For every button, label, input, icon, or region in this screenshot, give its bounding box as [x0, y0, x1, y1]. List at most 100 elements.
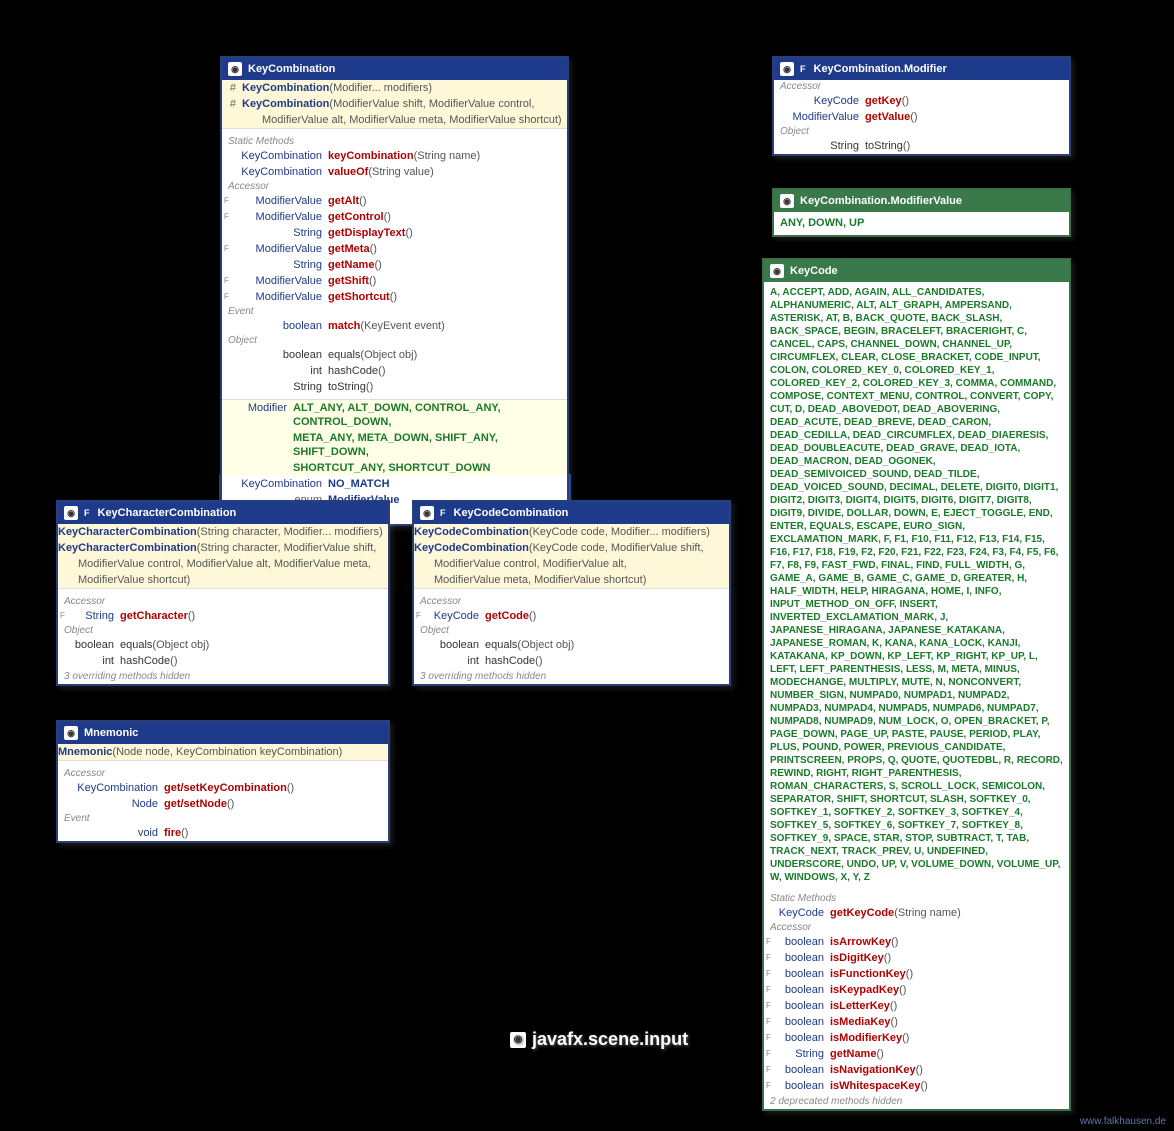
class-icon: ◉: [420, 506, 434, 520]
method-sig: (): [899, 983, 906, 997]
section-label-accessor: Accessor: [222, 180, 567, 193]
method-name: getShortcut: [328, 290, 390, 304]
constant-ret: Modifier: [222, 401, 293, 415]
method-sig: (): [535, 654, 542, 668]
method-row: FbooleanisArrowKey (): [764, 934, 1069, 950]
method-name: isMediaKey: [830, 1015, 891, 1029]
header-modifiervalue: ◉KeyCombination.ModifierValue: [774, 190, 1069, 212]
method-sig: (String value): [368, 165, 433, 179]
method-row: FModifierValuegetMeta (): [222, 241, 567, 257]
method-sig: (Object obj): [360, 348, 417, 362]
class-icon: ◉: [228, 62, 242, 76]
method-row: booleanequals (Object obj): [414, 637, 729, 653]
method-name: get/setNode: [164, 797, 227, 811]
method-row: StringtoString (): [774, 138, 1069, 154]
enum-modifiervalue: ◉KeyCombination.ModifierValue ANY, DOWN,…: [772, 188, 1071, 237]
header-keycode: ◉KeyCode: [764, 260, 1069, 282]
method-sig: (): [529, 609, 536, 623]
class-keycodecombination: ◉FKeyCodeCombination KeyCodeCombination …: [412, 500, 731, 686]
method-sig: (): [378, 364, 385, 378]
nested-row: KeyCombinationNO_MATCH: [222, 476, 567, 492]
section-label: Accessor: [58, 595, 388, 608]
ctor-cont: ModifierValue shortcut): [58, 573, 190, 587]
section-label: Object: [58, 624, 388, 637]
ctor-name: KeyCharacterCombination: [58, 541, 197, 555]
method-sig: (): [369, 274, 376, 288]
method-name: hashCode: [485, 654, 535, 668]
method-row: KeyCodegetKeyCode (String name): [764, 905, 1069, 921]
method-name: isLetterKey: [830, 999, 890, 1013]
ctor-sig: (String character, ModifierValue shift,: [197, 541, 377, 555]
constructors-keycombination: #KeyCombination (Modifier... modifiers) …: [222, 80, 567, 129]
method-name: getShift: [328, 274, 369, 288]
method-name: equals: [485, 638, 517, 652]
method-sig: (): [366, 380, 373, 394]
method-name: isDigitKey: [830, 951, 884, 965]
ctor-cont: ModifierValue control, ModifierValue alt…: [58, 557, 371, 571]
method-name: getControl: [328, 210, 384, 224]
method-row: KeyCombinationvalueOf (String value): [222, 164, 567, 180]
method-sig: (): [910, 110, 917, 124]
method-row: FbooleanisMediaKey (): [764, 1014, 1069, 1030]
title-keycombination: KeyCombination: [248, 63, 335, 75]
method-sig: (): [890, 999, 897, 1013]
method-name: get/setKeyCombination: [164, 781, 287, 795]
method-row: KeyCombinationget/setKeyCombination (): [58, 780, 388, 796]
final-icon: F: [800, 64, 806, 74]
method-name: getKey: [865, 94, 902, 108]
method-sig: (Object obj): [517, 638, 574, 652]
footer-link[interactable]: www.falkhausen.de: [1080, 1116, 1166, 1127]
method-sig: (): [390, 290, 397, 304]
method-row: ModifierValuegetValue (): [774, 109, 1069, 125]
method-name: keyCombination: [328, 149, 414, 163]
title: KeyCodeCombination: [454, 507, 569, 519]
class-mnemonic: ◉Mnemonic Mnemonic (Node node, KeyCombin…: [56, 720, 390, 843]
section-label: Accessor: [764, 921, 1069, 934]
ctor-sig: (Node node, KeyCombination keyCombinatio…: [112, 745, 342, 759]
method-sig: (): [920, 1079, 927, 1093]
ctor-name: KeyCombination: [242, 97, 329, 111]
method-row: FStringgetName (): [764, 1046, 1069, 1062]
method-name: isModifierKey: [830, 1031, 902, 1045]
method-name: toString: [328, 380, 366, 394]
hidden-note: 2 deprecated methods hidden: [770, 1096, 902, 1107]
ctor-cont: ModifierValue alt, ModifierValue meta, M…: [242, 113, 562, 127]
header-keycodecombination: ◉FKeyCodeCombination: [414, 502, 729, 524]
ctor-sig: (KeyCode code, Modifier... modifiers): [529, 525, 710, 539]
title: KeyCombination.Modifier: [814, 63, 947, 75]
ctor-name: KeyCharacterCombination: [58, 525, 197, 539]
method-row: FbooleanisNavigationKey (): [764, 1062, 1069, 1078]
class-icon: ◉: [64, 726, 78, 740]
method-sig: (): [891, 1015, 898, 1029]
method-row: FbooleanisLetterKey (): [764, 998, 1069, 1014]
package-label: ◉ javafx.scene.input: [500, 1025, 698, 1054]
method-row: FModifierValuegetControl (): [222, 209, 567, 225]
constant-names: SHORTCUT_ANY, SHORTCUT_DOWN: [293, 461, 490, 475]
method-name: equals: [120, 638, 152, 652]
constructors: KeyCodeCombination (KeyCode code, Modifi…: [414, 524, 729, 589]
method-name: getCode: [485, 609, 529, 623]
constructors: KeyCharacterCombination (String characte…: [58, 524, 388, 589]
ctor-sig: (String character, Modifier... modifiers…: [197, 525, 383, 539]
method-row: StringgetName (): [222, 257, 567, 273]
ctor-name: KeyCodeCombination: [414, 541, 529, 555]
method-row: FModifierValuegetShortcut (): [222, 289, 567, 305]
class-modifier: ◉FKeyCombination.Modifier Accessor KeyCo…: [772, 56, 1071, 156]
title: KeyCombination.ModifierValue: [800, 195, 962, 207]
method-row: FbooleanisDigitKey (): [764, 950, 1069, 966]
enum-keycode: ◉KeyCode A, ACCEPT, ADD, AGAIN, ALL_CAND…: [762, 258, 1071, 1111]
ctor-name: KeyCodeCombination: [414, 525, 529, 539]
ctor-cont: ModifierValue meta, ModifierValue shortc…: [414, 573, 646, 587]
method-sig: (): [384, 210, 391, 224]
method-name: equals: [328, 348, 360, 362]
method-row: booleanmatch (KeyEvent event): [222, 318, 567, 334]
enum-values: A, ACCEPT, ADD, AGAIN, ALL_CANDIDATES, A…: [764, 282, 1069, 888]
section-label: Static Methods: [764, 892, 1069, 905]
ctor-sig: (KeyCode code, ModifierValue shift,: [529, 541, 704, 555]
constructors: Mnemonic (Node node, KeyCombination keyC…: [58, 744, 388, 761]
method-row: voidfire (): [58, 825, 388, 841]
package-name: javafx.scene.input: [532, 1029, 688, 1050]
method-row: inthashCode (): [222, 363, 567, 379]
section-label: Object: [414, 624, 729, 637]
ctor-cont: ModifierValue control, ModifierValue alt…: [414, 557, 627, 571]
